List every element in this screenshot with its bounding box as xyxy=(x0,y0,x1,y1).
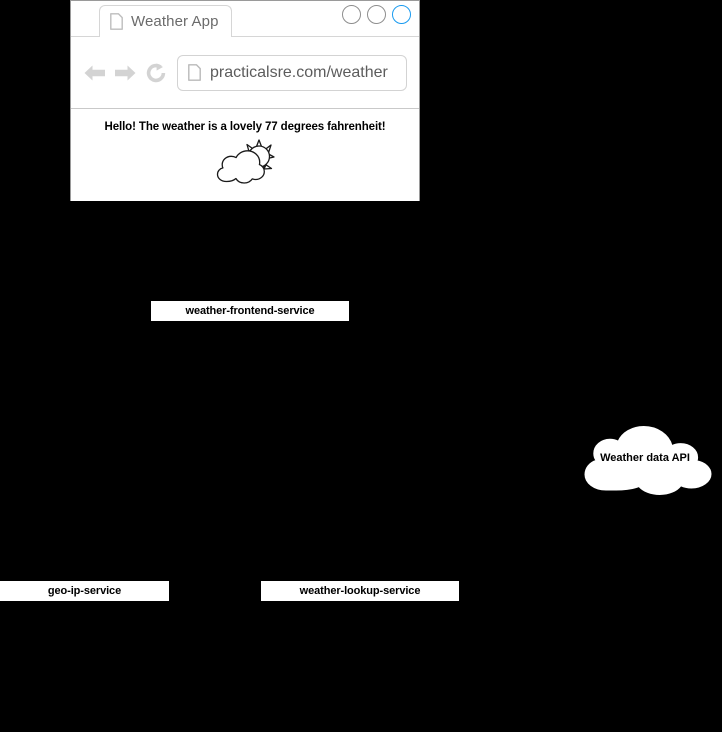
node-geo-ip-service[interactable]: geo-ip-service xyxy=(0,580,170,602)
node-label: weather-frontend-service xyxy=(185,305,315,317)
node-weather-frontend-service[interactable]: weather-frontend-service xyxy=(150,300,350,322)
back-arrow-icon[interactable] xyxy=(83,62,107,84)
forward-arrow-icon[interactable] xyxy=(113,62,137,84)
document-icon xyxy=(110,13,123,30)
url-bar[interactable]: practicalsre.com/weather xyxy=(177,54,407,91)
browser-tab[interactable]: Weather App xyxy=(99,5,232,37)
close-circle-button[interactable] xyxy=(392,5,411,24)
browser-page-content: Hello! The weather is a lovely 77 degree… xyxy=(71,110,419,201)
weather-message: Hello! The weather is a lovely 77 degree… xyxy=(104,121,386,133)
browser-tab-strip: Weather App xyxy=(71,1,419,37)
node-weather-lookup-service[interactable]: weather-lookup-service xyxy=(260,580,460,602)
node-weather-data-api[interactable]: Weather data API xyxy=(581,424,715,498)
document-icon xyxy=(188,64,201,81)
node-label: weather-lookup-service xyxy=(299,585,421,597)
url-input[interactable]: practicalsre.com/weather xyxy=(210,64,388,82)
weather-icon-wrapper xyxy=(71,139,419,192)
browser-nav-bar: practicalsre.com/weather xyxy=(71,37,419,109)
sun-behind-cloud-icon xyxy=(214,139,276,192)
window-controls xyxy=(342,5,411,24)
browser-window: Weather App practicalsre.com/weather Hel… xyxy=(70,0,420,201)
reload-icon[interactable] xyxy=(145,62,167,84)
minimize-circle-button[interactable] xyxy=(342,5,361,24)
node-label: geo-ip-service xyxy=(47,585,122,597)
maximize-circle-button[interactable] xyxy=(367,5,386,24)
cloud-shape-icon xyxy=(584,425,712,496)
browser-tab-title: Weather App xyxy=(131,13,219,30)
